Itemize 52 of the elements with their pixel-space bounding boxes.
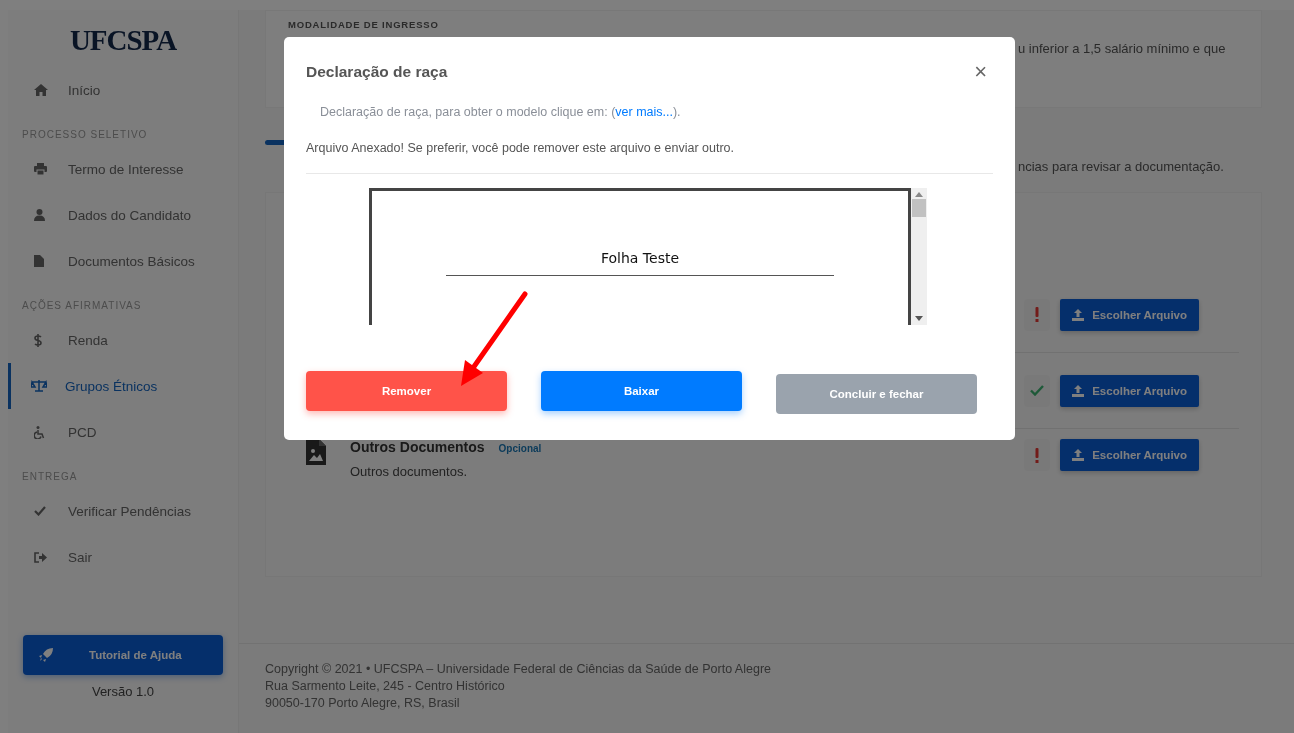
printer-icon bbox=[34, 163, 47, 175]
info-text: Declaração de raça, para obter o modelo clique em: (ver mais...). bbox=[320, 105, 682, 119]
wheelchair-icon bbox=[34, 425, 45, 439]
instruction-text: ncias para revisar a documentação. bbox=[1018, 159, 1224, 174]
exclamation-icon bbox=[1035, 447, 1040, 463]
document-heading: Folha Teste bbox=[446, 250, 834, 276]
nav-item[interactable]: Sair bbox=[8, 534, 238, 580]
dollar-icon bbox=[34, 333, 42, 347]
check-icon bbox=[34, 506, 46, 516]
dialog-button[interactable]: Baixar bbox=[541, 371, 742, 411]
choose-file-button[interactable]: Escolher Arquivo bbox=[1060, 298, 1199, 331]
document-description: Outros documentos. bbox=[350, 464, 469, 479]
choose-file-button[interactable]: Escolher Arquivo bbox=[1060, 374, 1199, 407]
footer-text: Copyright © 2021 • UFCSPA – Universidade Federal de Ciências da Saúde de Porto Alegre bbox=[265, 662, 771, 676]
field-label: MODALIDADE DE INGRESSO bbox=[288, 19, 439, 30]
close-button[interactable]: × bbox=[968, 61, 993, 83]
scale-icon bbox=[31, 380, 47, 392]
attachment-message: Arquivo Anexado! Se preferir, você pode remover este arquivo e enviar outro. bbox=[306, 141, 736, 155]
logo: UFCSPA bbox=[69, 24, 177, 57]
nav-item[interactable]: Início bbox=[8, 67, 238, 113]
nav-item[interactable]: Renda bbox=[8, 317, 238, 363]
file-icon bbox=[34, 255, 44, 267]
upload-icon bbox=[1072, 308, 1085, 321]
rocket-icon bbox=[39, 648, 53, 662]
choose-file-button[interactable]: Escolher Arquivo bbox=[1060, 439, 1199, 471]
dialog-button[interactable]: Remover bbox=[306, 371, 507, 411]
scroll-thumb[interactable] bbox=[912, 199, 926, 217]
optional-tag: Opcional bbox=[498, 443, 542, 454]
user-icon bbox=[34, 209, 45, 221]
exclamation-icon bbox=[1035, 307, 1040, 322]
scroll-down-icon[interactable] bbox=[915, 316, 923, 321]
nav-item[interactable]: Termo de Interesse bbox=[8, 146, 238, 192]
nav-item[interactable]: Verificar Pendências bbox=[8, 488, 238, 534]
check-icon bbox=[1030, 385, 1045, 396]
nav-item[interactable]: PCD bbox=[8, 409, 238, 455]
help-button[interactable]: Tutorial de Ajuda bbox=[23, 635, 223, 675]
nav-item[interactable]: Dados do Candidato bbox=[8, 192, 238, 238]
nav-item[interactable]: Grupos Étnicos bbox=[8, 363, 238, 409]
scrollbar[interactable] bbox=[911, 188, 927, 325]
upload-icon bbox=[1072, 384, 1085, 397]
sign-out-icon bbox=[34, 551, 47, 563]
home-icon bbox=[34, 84, 48, 96]
modal-title: Declaração de raça bbox=[306, 63, 448, 81]
document-title: Outros Documentos bbox=[350, 439, 485, 455]
footer-text: 90050-170 Porto Alegre, RS, Brasil bbox=[265, 696, 460, 710]
footer-text: Rua Sarmento Leite, 245 - Centro Histórico bbox=[265, 679, 505, 693]
version-label: Versão 1.0 bbox=[91, 684, 155, 699]
more-link[interactable]: ver mais... bbox=[615, 105, 673, 119]
scroll-up-icon[interactable] bbox=[915, 192, 923, 197]
nav-item[interactable]: Documentos Básicos bbox=[8, 238, 238, 284]
upload-icon bbox=[1072, 449, 1085, 461]
field-value: u inferior a 1,5 salário mínimo e que bbox=[1018, 41, 1226, 56]
